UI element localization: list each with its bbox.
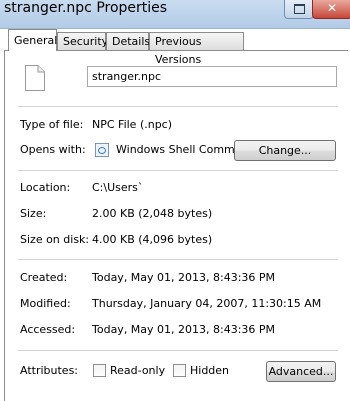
divider xyxy=(18,259,338,260)
file-name-input[interactable] xyxy=(87,66,337,87)
app-icon xyxy=(95,143,109,157)
read-only-checkbox[interactable] xyxy=(93,364,106,377)
size-label: Size: xyxy=(20,207,47,220)
size-value: 2.00 KB (2,048 bytes) xyxy=(92,207,213,220)
attributes-label: Attributes: xyxy=(20,364,79,377)
window-title: stranger.npc Properties xyxy=(4,0,168,16)
size-on-disk-value: 4.00 KB (4,096 bytes) xyxy=(92,233,213,246)
advanced-button[interactable]: Advanced... xyxy=(266,361,336,382)
maximize-icon xyxy=(294,4,305,14)
divider xyxy=(18,106,338,107)
hidden-checkbox[interactable] xyxy=(173,364,186,377)
created-label: Created: xyxy=(20,271,68,284)
location-value: C:\Users` xyxy=(92,181,144,194)
size-on-disk-label: Size on disk: xyxy=(20,233,90,246)
maximize-button[interactable] xyxy=(284,0,314,19)
close-button[interactable]: ✕ xyxy=(312,0,350,19)
tab-previous-versions[interactable]: Previous Versions xyxy=(149,32,244,66)
created-value: Today, May 01, 2013, 8:43:36 PM xyxy=(92,271,276,284)
general-tab-panel xyxy=(4,50,348,401)
divider xyxy=(18,350,338,351)
opens-with-label: Opens with: xyxy=(20,143,86,156)
divider xyxy=(18,170,338,171)
close-icon: ✕ xyxy=(327,1,338,15)
location-label: Location: xyxy=(20,181,71,194)
tab-details[interactable]: Details xyxy=(106,32,150,50)
accessed-value: Today, May 01, 2013, 8:43:36 PM xyxy=(92,323,276,336)
modified-label: Modified: xyxy=(20,297,71,310)
tab-security[interactable]: Security xyxy=(57,32,108,50)
type-value: NPC File (.npc) xyxy=(92,118,173,131)
change-button[interactable]: Change... xyxy=(234,140,336,161)
accessed-label: Accessed: xyxy=(20,323,76,336)
file-icon xyxy=(25,65,45,91)
tab-general[interactable]: General xyxy=(8,29,57,51)
title-bar[interactable]: stranger.npc Properties ✕ xyxy=(0,0,350,29)
hidden-label[interactable]: Hidden xyxy=(190,364,229,378)
type-label: Type of file: xyxy=(20,118,84,131)
opens-with-value: Windows Shell Commor xyxy=(116,143,247,156)
modified-value: Thursday, January 04, 2007, 11:30:15 AM xyxy=(92,297,322,310)
read-only-label[interactable]: Read-only xyxy=(110,364,165,378)
